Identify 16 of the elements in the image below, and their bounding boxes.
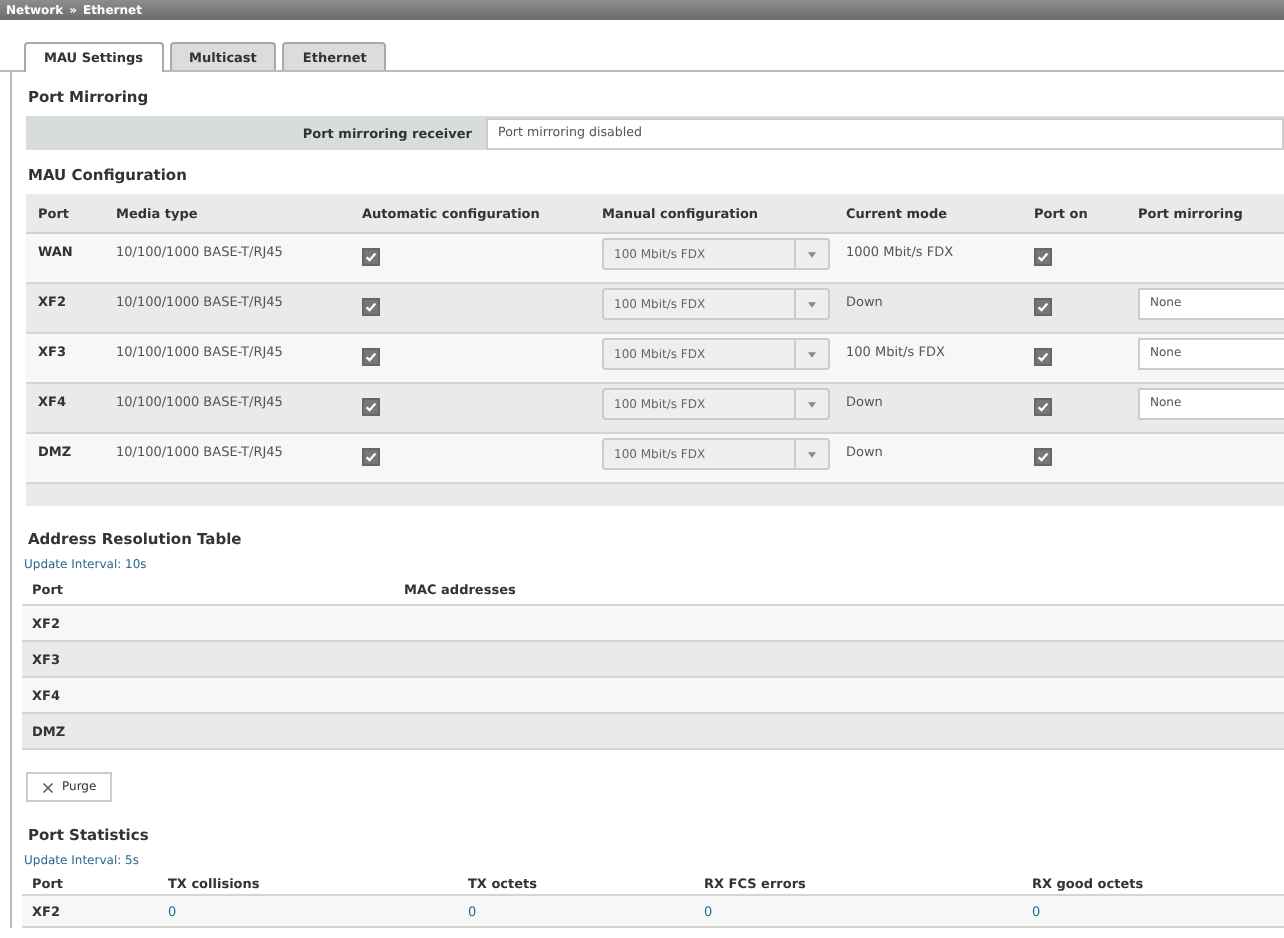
checkbox[interactable] — [362, 298, 380, 316]
caret-icon — [808, 451, 816, 457]
checkbox[interactable] — [362, 398, 380, 416]
checkbox[interactable] — [1034, 298, 1052, 316]
checkbox[interactable] — [1034, 448, 1052, 466]
caret-icon — [808, 251, 816, 257]
checkbox[interactable] — [362, 448, 380, 466]
checkbox[interactable] — [362, 348, 380, 366]
caret-icon — [808, 401, 816, 407]
close-icon — [42, 781, 54, 793]
checkbox[interactable] — [1034, 248, 1052, 266]
caret-icon — [808, 351, 816, 357]
checkbox[interactable] — [1034, 398, 1052, 416]
checkbox[interactable] — [1034, 348, 1052, 366]
checkbox[interactable] — [362, 248, 380, 266]
caret-icon — [808, 301, 816, 307]
